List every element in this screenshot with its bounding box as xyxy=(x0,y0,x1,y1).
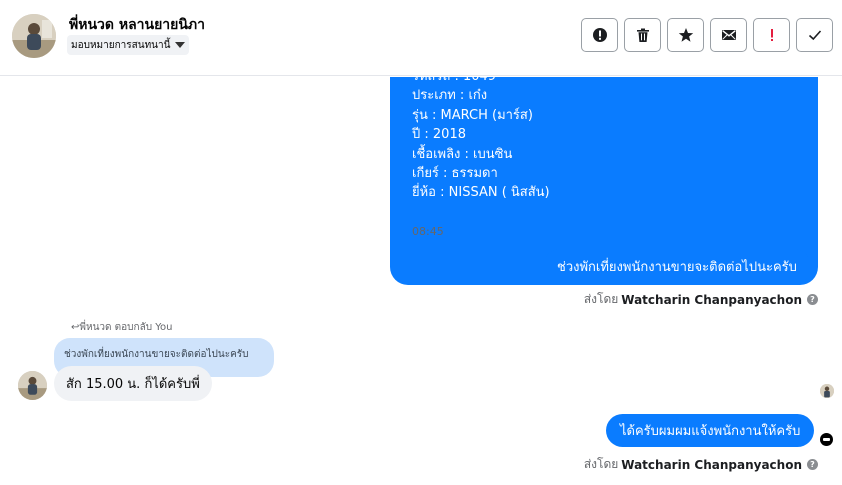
mark-unread-button[interactable] xyxy=(710,18,747,52)
envelope-icon xyxy=(721,30,736,40)
delivery-status-icon xyxy=(820,433,833,446)
delete-button[interactable] xyxy=(624,18,661,52)
contact-avatar-small[interactable] xyxy=(18,371,47,400)
sent-by-label: ส่งโดย Watcharin Chanpanyachon ? xyxy=(584,455,818,474)
conversation-header: พี่หนวด หลานยายนิภา มอบหมายการสนทนานี้ xyxy=(0,0,842,76)
sent-by-prefix: ส่งโดย xyxy=(583,292,619,306)
outgoing-message: ได้ครับผมผมแจ้งพนักงานให้ครับ xyxy=(606,414,815,447)
sent-by-prefix: ส่งโดย xyxy=(583,457,619,471)
caret-down-icon xyxy=(175,42,186,48)
sender-name: Watcharin Chanpanyachon xyxy=(621,292,802,307)
contact-name[interactable]: พี่หนวด หลานยายนิภา xyxy=(69,14,205,36)
report-button[interactable] xyxy=(581,18,618,52)
help-icon[interactable]: ? xyxy=(807,459,818,470)
trash-icon xyxy=(636,28,649,42)
reply-header: ↩พี่หนวด ตอบกลับ You xyxy=(71,322,173,333)
conversation-toolbar xyxy=(581,18,833,52)
sent-by-label: ส่งโดย Watcharin Chanpanyachon ? xyxy=(584,290,818,309)
car-detail-line: เชื้อเพลิง : เบนซิน xyxy=(412,146,513,162)
incoming-message: สัก 15.00 น. ก็ได้ครับพี่ xyxy=(54,366,212,401)
seen-avatar-icon xyxy=(820,384,834,398)
car-detail-line: เกียร์ : ธรรมดา xyxy=(412,166,498,182)
car-detail-line: ประเภท : เก๋ง xyxy=(412,88,488,104)
message-thread[interactable]: รหัสรถ : 1049 ประเภท : เก๋ง รุ่น : MARCH… xyxy=(0,77,842,485)
star-button[interactable] xyxy=(667,18,704,52)
assign-label: มอบหมายการสนทนานี้ xyxy=(71,39,171,51)
message-timestamp: 08:45 xyxy=(412,225,444,238)
exclamation-icon xyxy=(770,29,773,41)
car-detail-line: ปี : 2018 xyxy=(412,127,466,143)
check-icon xyxy=(808,30,821,41)
contact-avatar[interactable] xyxy=(12,14,56,58)
car-detail-line: รุ่น : MARCH (มาร์ส) xyxy=(412,107,533,123)
car-detail-line: ยี่ห้อ : NISSAN ( นิสสัน) xyxy=(412,185,550,201)
star-icon xyxy=(678,28,693,42)
done-button[interactable] xyxy=(796,18,833,52)
car-detail-line: รหัสรถ : 1049 xyxy=(412,77,796,86)
help-icon[interactable]: ? xyxy=(807,294,818,305)
spam-button[interactable] xyxy=(753,18,790,52)
assign-conversation-dropdown[interactable]: มอบหมายการสนทนานี้ xyxy=(67,35,190,55)
alert-circle-icon xyxy=(592,28,607,42)
sender-name: Watcharin Chanpanyachon xyxy=(621,457,802,472)
outgoing-message: ช่วงพักเที่ยงพนักงานขายจะติดต่อไปนะครับ xyxy=(543,249,811,284)
